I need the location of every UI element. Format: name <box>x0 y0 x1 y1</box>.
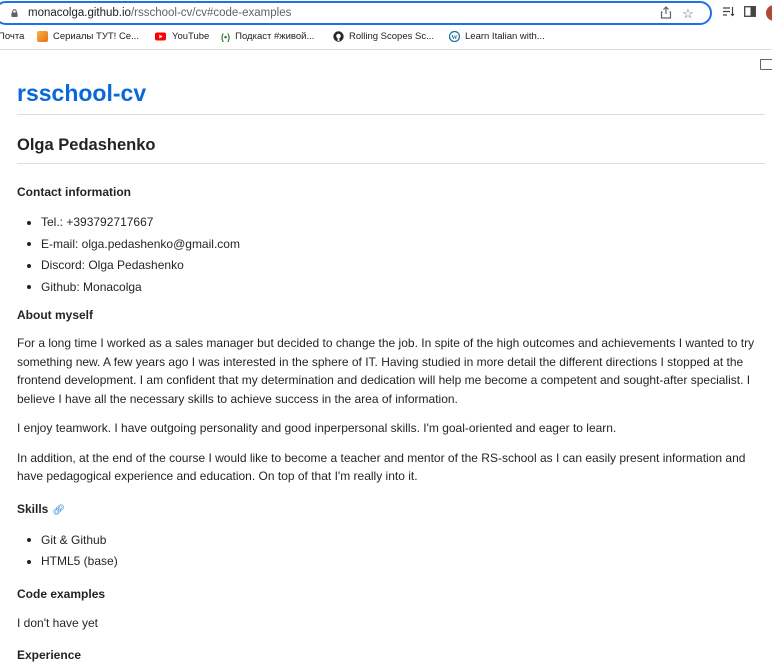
url-text: monacolga.github.io/rsschool-cv/cv#code-… <box>28 7 291 19</box>
bookmark-item[interactable]: W Learn Italian with... <box>449 31 545 42</box>
skills-list: Git & Github HTML5 (base) <box>17 531 765 571</box>
code-examples-heading: Code examples <box>17 586 106 601</box>
contact-discord: Discord: Olga Pedashenko <box>17 256 765 275</box>
divider <box>17 114 765 115</box>
code-examples-text: I don't have yet <box>17 615 99 630</box>
url-host: monacolga.github.io <box>28 7 131 19</box>
profile-avatar[interactable] <box>766 5 772 21</box>
site-title[interactable]: rsschool-cv <box>17 80 765 106</box>
skill-item: Git & Github <box>17 531 765 550</box>
about-paragraph: For a long time I worked as a sales mana… <box>17 336 755 406</box>
anchor-link-icon[interactable]: 🔗︎ <box>52 505 65 516</box>
about-heading: About myself <box>17 308 94 322</box>
bookmark-item[interactable]: Rolling Scopes Sc... <box>333 31 434 42</box>
github-icon <box>333 31 344 42</box>
cv-name-heading: Olga Pedashenko <box>17 136 156 154</box>
url-path: /rsschool-cv/cv#code-examples <box>130 7 292 19</box>
wordpress-icon: W <box>449 31 460 42</box>
browser-chrome: monacolga.github.io/rsschool-cv/cv#code-… <box>0 0 772 70</box>
bookmark-item[interactable]: Сериалы ТУТ! Се... <box>37 31 139 42</box>
share-icon[interactable] <box>658 6 674 22</box>
address-bar[interactable]: monacolga.github.io/rsschool-cv/cv#code-… <box>0 1 712 25</box>
about-paragraph: I enjoy teamwork. I have outgoing person… <box>17 421 617 435</box>
skills-heading-text: Skills <box>17 501 49 516</box>
contact-email: E-mail: olga.pedashenko@gmail.com <box>17 235 765 254</box>
bookmarks-bar: Почта Сериалы ТУТ! Се... YouTube (•) Под… <box>0 28 772 70</box>
contact-github: Github: Monacolga <box>17 278 765 297</box>
bookmark-item[interactable]: YouTube <box>154 31 209 42</box>
contact-heading: Contact information <box>17 185 131 199</box>
about-paragraph: In addition, at the end of the course I … <box>17 450 746 484</box>
skills-heading: Skills 🔗︎ <box>17 501 765 519</box>
podcast-icon: (•) <box>221 31 231 42</box>
bookmark-star-icon[interactable]: ☆ <box>680 6 696 22</box>
divider <box>17 163 765 164</box>
tv-series-icon <box>37 31 48 42</box>
skill-item: HTML5 (base) <box>17 552 765 571</box>
youtube-icon <box>155 32 166 41</box>
svg-text:W: W <box>451 34 458 41</box>
reading-list-icon[interactable] <box>720 5 736 21</box>
experience-heading: Experience <box>17 648 82 662</box>
side-panel-icon[interactable] <box>742 5 758 21</box>
contact-phone: Tel.: +393792717667 <box>17 213 765 232</box>
bookmark-item[interactable]: (•) Подкаст #живой... <box>221 31 314 42</box>
page-content: rsschool-cv Olga Pedashenko Contact info… <box>17 50 765 663</box>
bookmark-item[interactable]: Почта <box>0 31 24 42</box>
contact-list: Tel.: +393792717667 E-mail: olga.pedashe… <box>17 213 765 296</box>
lock-icon <box>11 9 18 17</box>
